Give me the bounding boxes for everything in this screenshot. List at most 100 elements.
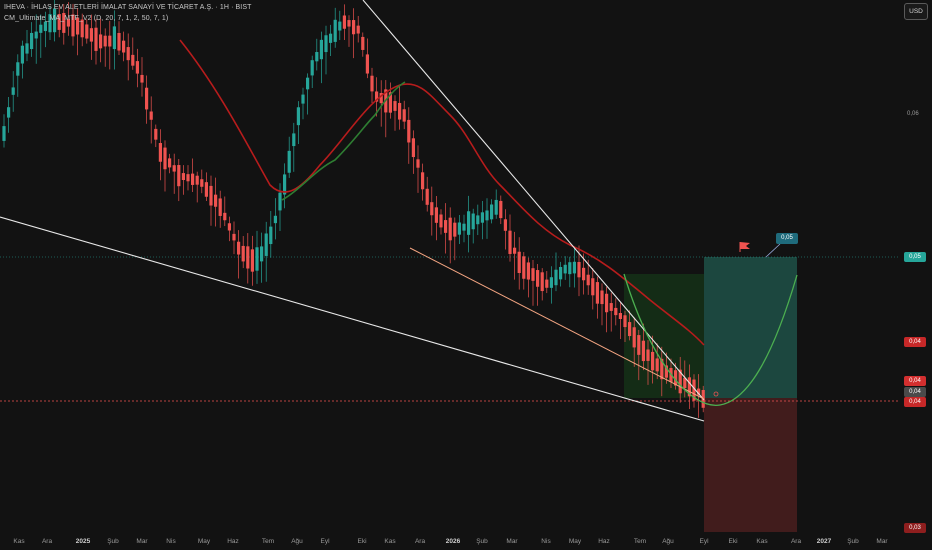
candle-body [16,62,20,76]
target-callout: 0,05 [776,233,798,244]
candle-body [402,109,406,122]
candle-body [204,182,208,197]
candle-body [172,165,176,172]
candle-body [237,241,241,255]
candle-body [218,198,222,216]
candle-body [112,26,116,50]
symbol-title: IHEVA · İHLAS EV ALETLERİ İMALAT SANAYİ … [4,4,252,11]
candle-body [655,358,659,372]
target-zone [704,257,797,398]
candle-body [434,207,438,223]
price-tag-red: 0,04 [904,337,926,347]
candle-body [370,75,374,92]
candle-body [39,24,43,33]
candle-body [227,223,231,231]
candle-body [508,230,512,254]
price-tag-bottom: 0,03 [904,523,926,533]
candle-body [149,111,153,120]
indicator-label[interactable]: CM_Ultimate_MA_MTF_V2 (D, 20, 7, 1, 2, 5… [4,15,168,22]
stop-zone [704,398,797,532]
candle-body [126,47,130,61]
candle-body [641,340,645,362]
x-tick-label: Eki [728,538,738,545]
candle-body [398,102,402,120]
x-tick-label: Tem [633,538,647,545]
candle-body [145,87,149,110]
x-tick-label: 2027 [816,538,832,545]
candle-body [628,322,632,337]
candle-body [425,188,429,205]
candle-body [269,226,273,245]
candle-body [20,45,24,64]
x-tick-label: Nis [166,538,176,545]
price-tag-green: 0,05 [904,252,926,262]
candle-body [103,35,107,47]
candle-body [34,31,38,39]
candlestick-chart[interactable] [0,0,932,550]
candle-body [131,54,135,66]
candle-body [333,19,337,42]
candle-body [572,261,576,274]
candle-body [591,278,595,296]
candle-body [260,246,264,262]
candle-body [499,200,503,219]
currency-button[interactable]: USD [904,3,928,20]
candle-body [526,262,530,280]
candle-body [80,19,84,38]
moving-average-green [281,81,406,201]
candle-body [200,179,204,187]
candle-body [117,32,121,51]
candle-body [94,27,98,51]
upper-trendline [362,0,705,401]
candle-body [467,211,471,235]
candle-body [342,15,346,29]
candle-body [296,107,300,126]
candle-body [416,159,420,168]
candle-body [407,119,411,143]
candle-body [195,175,199,185]
candle-body [646,349,650,361]
candle-body [605,293,609,313]
candle-body [310,60,314,76]
x-tick-label: Kas [13,538,25,545]
candle-body [264,233,268,256]
price-tag-gray1: 0,04 [904,387,926,397]
candle-body [2,126,6,141]
x-tick-label: Ağu [291,538,303,545]
candle-body [329,33,333,43]
candle-body [43,21,47,32]
candle-body [614,307,618,316]
candle-body [7,107,11,118]
x-tick-label: Kas [756,538,768,545]
candle-body [453,222,457,237]
candle-body [568,262,572,275]
candle-body [154,128,158,140]
candle-body [411,138,415,158]
candle-body [421,172,425,190]
candle-body [287,150,291,173]
candle-body [214,194,218,207]
candle-body [315,52,319,62]
candle-body [191,173,195,185]
candle-body [223,212,227,221]
candle-body [517,251,521,274]
candle-body [563,264,567,274]
candle-body [301,94,305,104]
candle-body [250,249,254,272]
price-tag-red2: 0,04 [904,376,926,386]
x-tick-label: Eyl [699,538,709,545]
candle-body [278,192,282,211]
candle-body [324,35,328,53]
flag-icon [740,242,750,249]
candle-body [651,351,655,371]
candle-body [122,40,126,53]
candle-body [485,210,489,221]
candle-body [540,272,544,292]
x-tick-label: Ara [414,538,426,545]
candle-body [361,36,365,50]
candle-body [476,215,480,225]
lower-trendline [0,216,705,422]
candle-body [241,245,245,262]
x-tick-label: Haz [598,538,610,545]
x-tick-label: Eki [357,538,367,545]
